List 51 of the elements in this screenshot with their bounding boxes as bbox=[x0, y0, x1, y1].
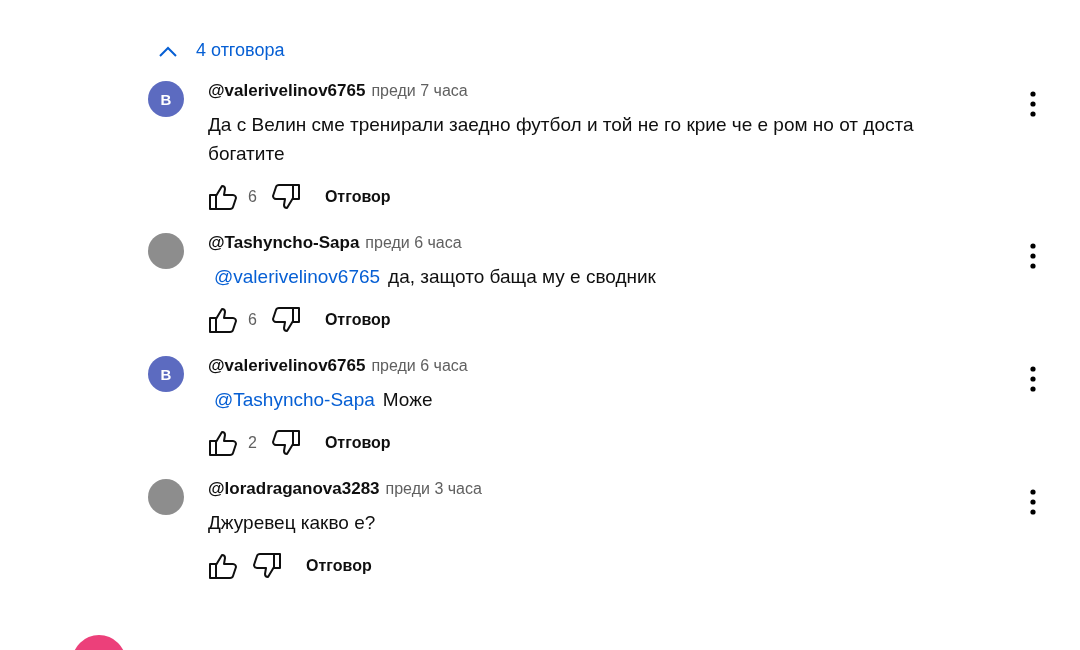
like-button[interactable] bbox=[208, 183, 238, 211]
reply-button[interactable]: Отговор bbox=[324, 430, 391, 456]
reply-button[interactable]: Отговор bbox=[306, 553, 372, 579]
reply-button[interactable]: Отговор bbox=[324, 307, 391, 333]
thumbs-down-icon bbox=[270, 306, 301, 334]
comment-author[interactable]: @valerivelinov6765 bbox=[208, 81, 366, 101]
mention-link[interactable]: @valerivelinov6765 bbox=[214, 266, 381, 287]
avatar-photo-placeholder[interactable] bbox=[148, 233, 184, 269]
thumbs-up-icon bbox=[208, 183, 238, 211]
reply-button[interactable]: Отговор bbox=[324, 184, 391, 210]
more-icon bbox=[1030, 366, 1036, 392]
avatar-photo-placeholder[interactable] bbox=[148, 479, 184, 515]
comment-author[interactable]: @Tashyncho-Sapa bbox=[208, 233, 360, 253]
comment-text: @Tashyncho-Sapa Може bbox=[213, 388, 434, 412]
thumbs-up-icon bbox=[208, 552, 238, 580]
replies-toggle[interactable]: 4 отговора bbox=[152, 38, 291, 63]
more-button[interactable] bbox=[1030, 243, 1038, 269]
thumbs-down-icon bbox=[270, 183, 301, 211]
comment-author[interactable]: @valerivelinov6765 bbox=[208, 356, 366, 376]
mention-link[interactable]: @Tashyncho-Sapa bbox=[214, 389, 375, 410]
caret-up-icon bbox=[158, 44, 178, 57]
like-button[interactable] bbox=[208, 429, 238, 457]
comment-time[interactable]: преди 6 часа bbox=[371, 357, 468, 375]
dislike-button[interactable] bbox=[270, 183, 301, 211]
more-icon bbox=[1030, 243, 1036, 269]
comment-text: Да с Велин сме тренирали заедно футбол и той не го крие че е ром но от доста богатите bbox=[208, 113, 915, 166]
comment-text: Джуревец какво е? bbox=[208, 511, 377, 535]
thumbs-up-icon bbox=[208, 306, 238, 334]
dislike-button[interactable] bbox=[270, 306, 301, 334]
comment-time[interactable]: преди 3 часа bbox=[385, 480, 482, 498]
thumbs-down-icon bbox=[252, 552, 282, 580]
dislike-button[interactable] bbox=[252, 552, 282, 580]
more-button[interactable] bbox=[1030, 489, 1038, 515]
thumbs-up-icon bbox=[208, 429, 238, 457]
thumbs-down-icon bbox=[270, 429, 301, 457]
like-count: 6 bbox=[248, 311, 257, 329]
like-button[interactable] bbox=[208, 552, 238, 580]
avatar[interactable]: В bbox=[148, 356, 184, 392]
avatar[interactable]: В bbox=[148, 81, 184, 117]
more-icon bbox=[1030, 489, 1036, 515]
like-count: 2 bbox=[248, 434, 257, 452]
comment-time[interactable]: преди 6 часа bbox=[365, 234, 462, 252]
comment-text: @valerivelinov6765 да, защото баща му е сводник bbox=[213, 265, 657, 289]
dislike-button[interactable] bbox=[270, 429, 301, 457]
comment-time[interactable]: преди 7 часа bbox=[371, 82, 468, 100]
comment-author[interactable]: @loradraganova3283 bbox=[208, 479, 380, 499]
more-button[interactable] bbox=[1030, 91, 1038, 117]
like-count: 6 bbox=[248, 188, 257, 206]
more-icon bbox=[1030, 91, 1036, 117]
more-button[interactable] bbox=[1030, 366, 1038, 392]
like-button[interactable] bbox=[208, 306, 238, 334]
